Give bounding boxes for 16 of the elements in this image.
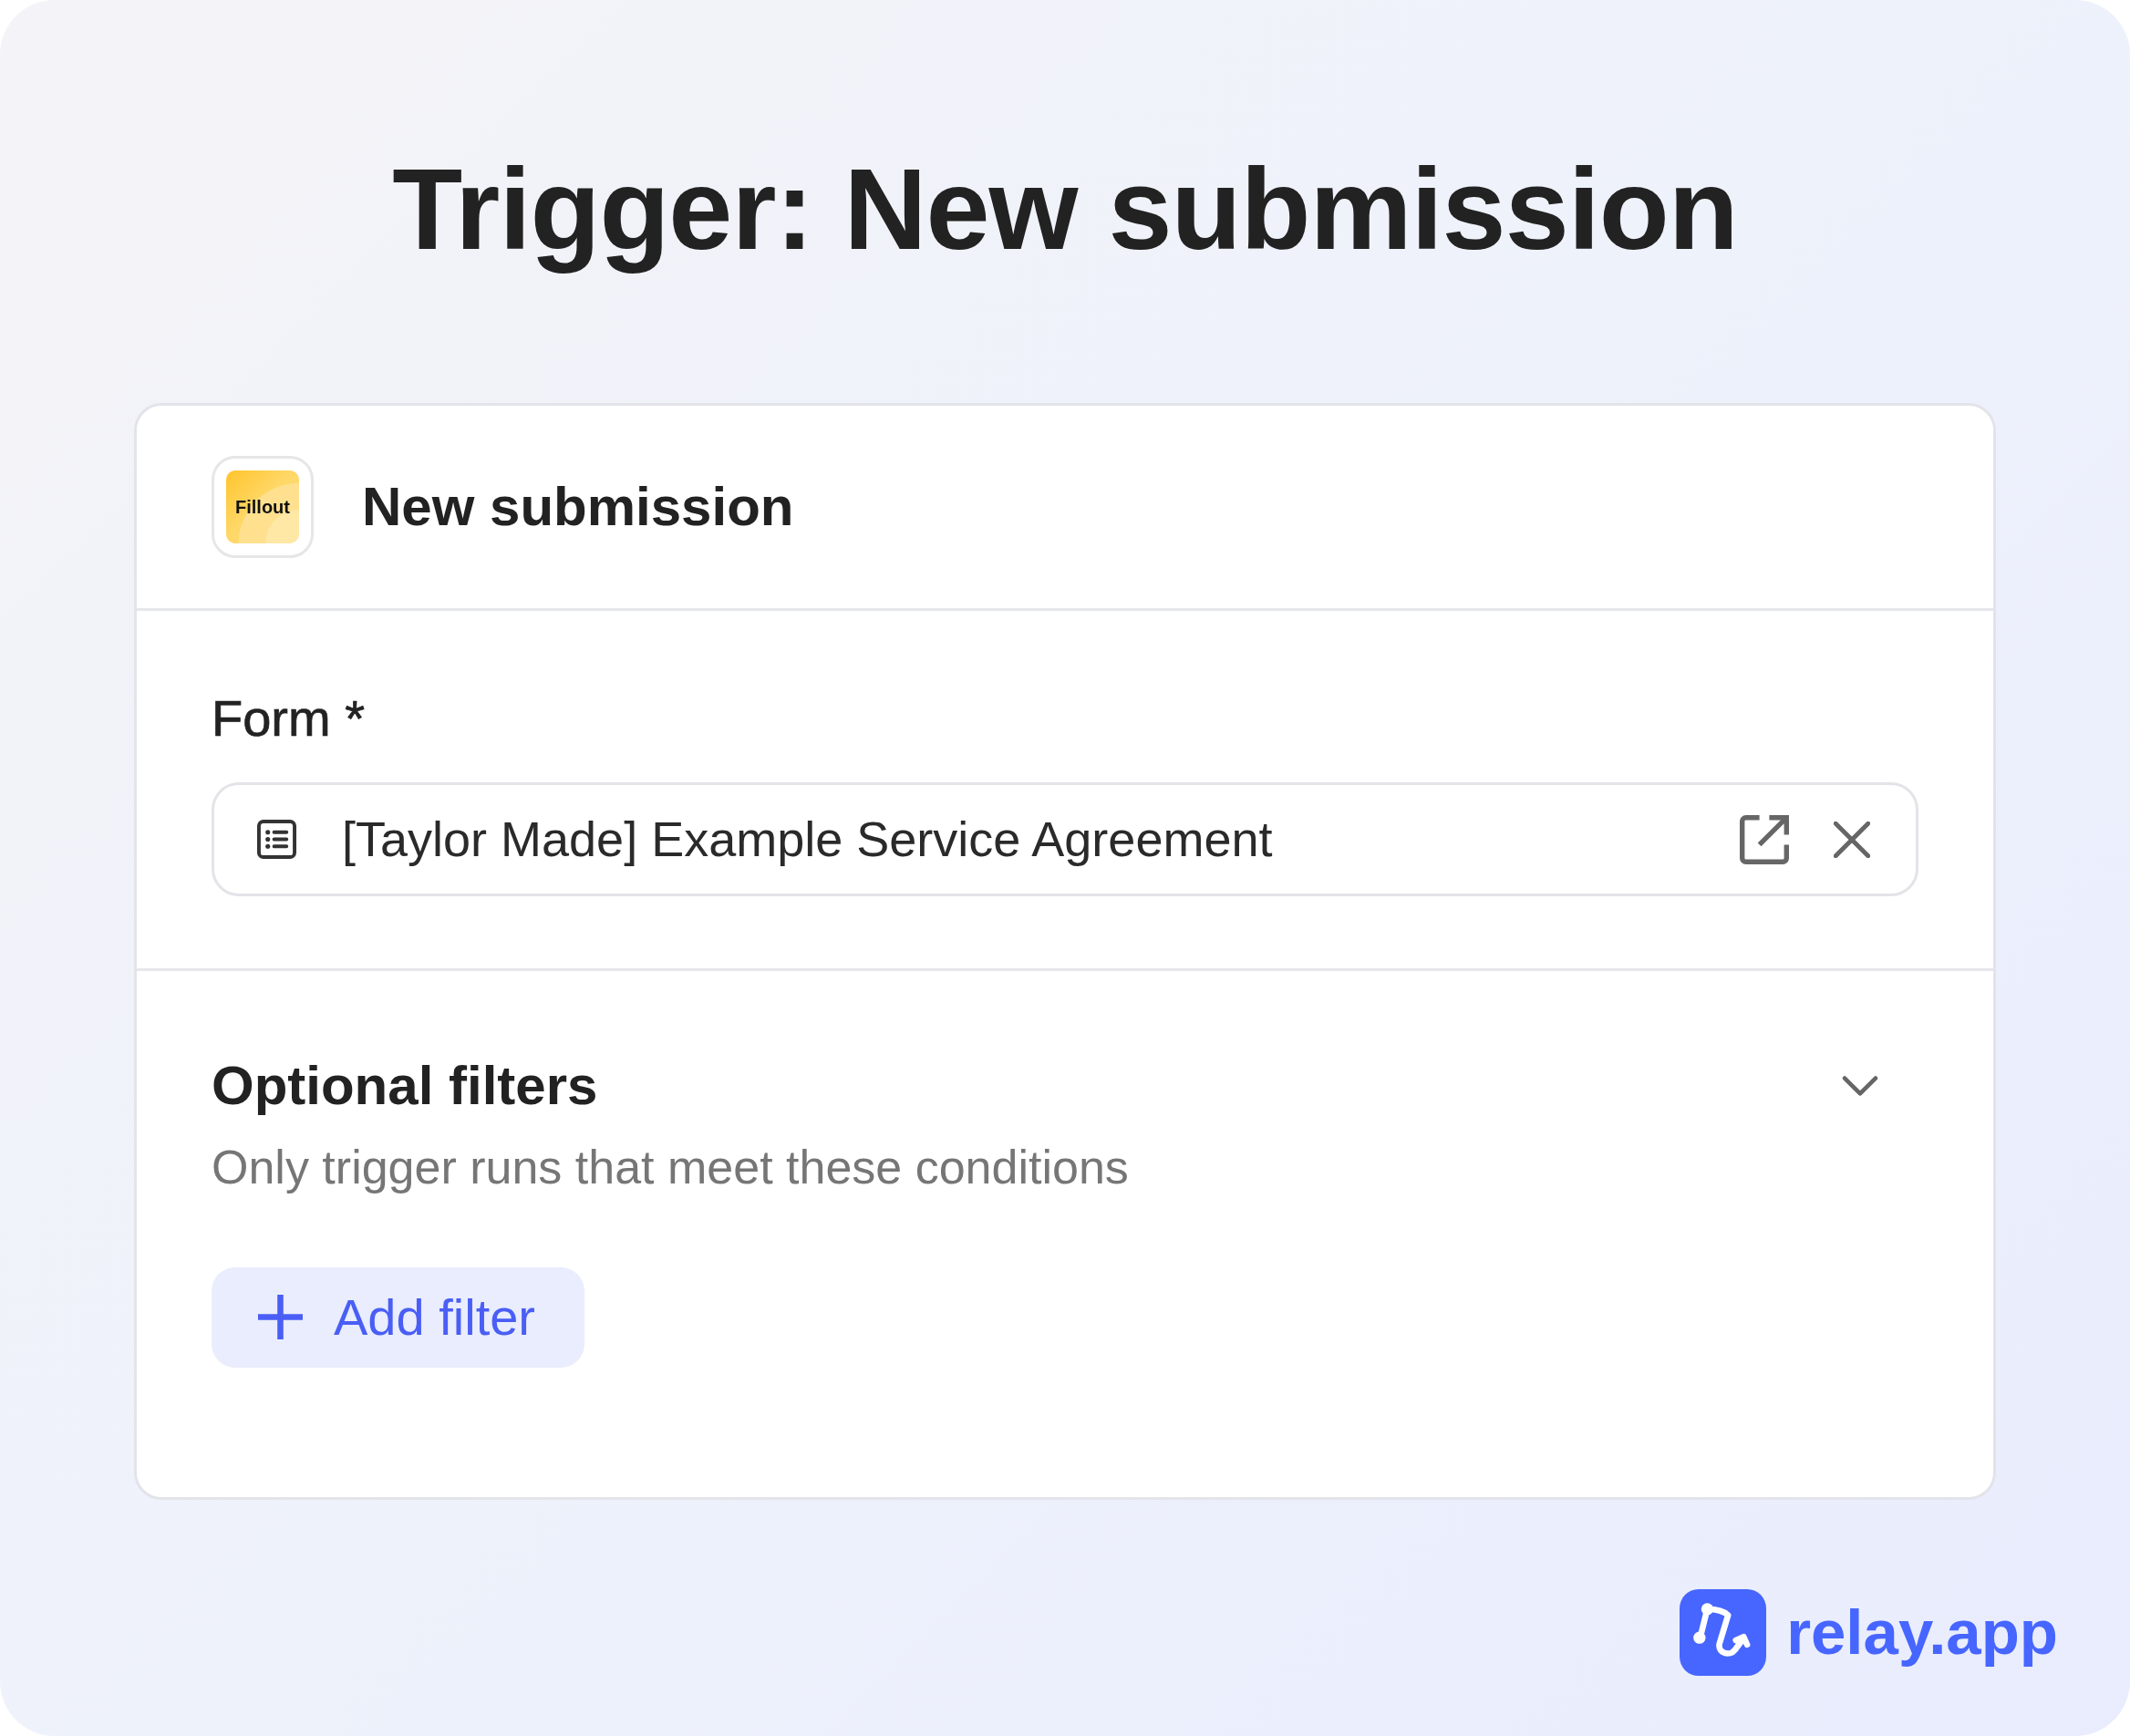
- section-description: Only trigger runs that meet these conditions: [212, 1140, 1130, 1196]
- brand-name: relay.app: [1786, 1601, 2058, 1665]
- form-select-field[interactable]: [Taylor Made] Example Service Agreement: [212, 782, 1918, 897]
- field-label: Form *: [212, 688, 366, 749]
- external-link-icon[interactable]: [1740, 814, 1789, 864]
- step-title: New submission: [362, 475, 794, 540]
- section-title: Optional filters: [212, 1054, 598, 1119]
- relay-logo-icon: [1680, 1589, 1767, 1677]
- chevron-down-icon[interactable]: [1842, 1076, 1878, 1097]
- page-heading: Trigger: New submission: [391, 144, 1739, 275]
- selected-value: [Taylor Made] Example Service Agreement: [342, 811, 1273, 869]
- plus-icon: [258, 1295, 303, 1340]
- add-filter-button[interactable]: Add filter: [212, 1266, 584, 1368]
- app-logo-tile: Fillout: [226, 470, 299, 544]
- close-icon[interactable]: [1834, 821, 1870, 858]
- list-icon: [257, 820, 296, 860]
